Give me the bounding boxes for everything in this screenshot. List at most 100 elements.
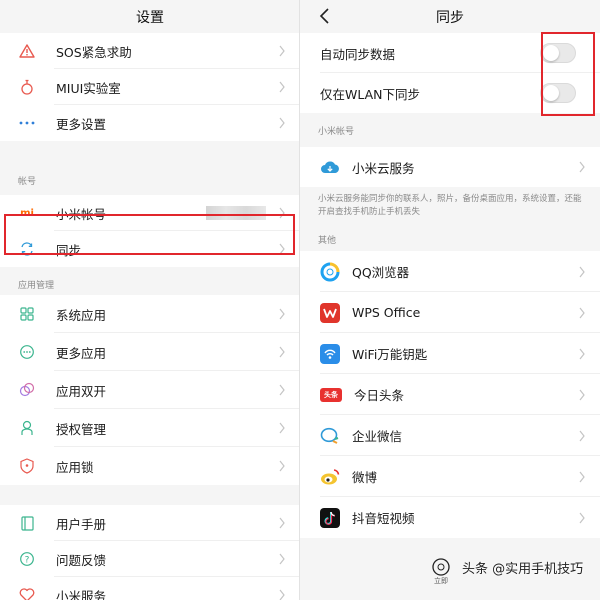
chevron-right-icon — [279, 81, 285, 93]
weibo-icon — [320, 467, 340, 487]
settings-item-label: SOS紧急求助 — [56, 44, 132, 60]
toggle-knob — [543, 85, 559, 101]
app-row-wifi-key[interactable]: WiFi万能钥匙 — [300, 333, 600, 374]
cloud-description: 小米云服务能同步你的联系人，照片，备份桌面应用，系统设置，还能开启查找手机防止手… — [300, 187, 600, 227]
toggle-label: 仅在WLAN下同步 — [320, 86, 421, 102]
settings-item-more-apps[interactable]: 更多应用 — [0, 333, 300, 371]
chevron-right-icon — [279, 346, 285, 358]
chevron-right-icon — [579, 161, 585, 173]
mi-logo-icon: mi — [20, 207, 34, 219]
flask-icon — [18, 78, 36, 96]
app-row-douyin[interactable]: 抖音短视频 — [300, 497, 600, 538]
settings-item-app-lock[interactable]: 应用锁 — [0, 447, 300, 485]
more-apps-icon — [18, 343, 36, 361]
toutiao-icon: 头条 — [320, 387, 342, 402]
settings-item-label: 授权管理 — [56, 421, 107, 437]
grid-apps-icon — [18, 305, 36, 323]
watermark: 头条 @实用手机技巧 — [430, 556, 583, 578]
chevron-right-icon — [579, 389, 585, 400]
settings-panel: 设置 SOS紧急求助 MIUI实验室 更多设置 帐号 mi 小米帐号 同步 应用… — [0, 0, 300, 600]
settings-item-mi-account[interactable]: mi 小米帐号 — [0, 195, 300, 231]
watermark-logo-icon — [432, 558, 450, 576]
app-row-qq-browser[interactable]: QQ浏览器 — [300, 251, 600, 292]
chevron-right-icon — [279, 243, 285, 255]
settings-group-account: mi 小米帐号 同步 — [0, 195, 300, 267]
chevron-right-icon — [279, 460, 285, 472]
settings-item-sync[interactable]: 同步 — [0, 231, 300, 267]
chevron-right-icon — [579, 471, 585, 482]
cloud-group: 小米云服务 — [300, 147, 600, 187]
settings-item-label: 更多应用 — [56, 345, 107, 361]
app-row-toutiao[interactable]: 头条 今日头条 — [300, 374, 600, 415]
settings-group-help: 用户手册 ? 问题反馈 小米服务 — [0, 505, 300, 600]
settings-item-sos[interactable]: SOS紧急求助 — [0, 33, 300, 69]
chevron-right-icon — [279, 517, 285, 529]
qq-browser-icon — [320, 262, 340, 282]
wifi-key-icon — [320, 343, 340, 364]
heart-icon — [18, 586, 36, 600]
row-label: QQ浏览器 — [352, 265, 410, 280]
sync-toggle-group: 自动同步数据 仅在WLAN下同步 — [300, 33, 600, 113]
settings-item-permissions[interactable]: 授权管理 — [0, 409, 300, 447]
app-row-wps-office[interactable]: WPS Office — [300, 292, 600, 333]
settings-item-label: 应用双开 — [56, 383, 107, 399]
mi-cloud-row[interactable]: 小米云服务 — [300, 147, 600, 187]
page-title: 设置 — [136, 9, 164, 26]
warning-triangle-icon — [18, 42, 36, 60]
settings-item-dual-apps[interactable]: 应用双开 — [0, 371, 300, 409]
manual-icon — [18, 514, 36, 532]
settings-item-label: 问题反馈 — [56, 552, 107, 568]
chevron-right-icon — [279, 45, 285, 57]
auto-sync-toggle[interactable] — [540, 43, 576, 63]
sync-panel: 同步 自动同步数据 仅在WLAN下同步 小米帐号 小米云服务 小米云服务能同步你… — [300, 0, 600, 600]
page-title: 同步 — [436, 9, 464, 26]
cloud-icon — [320, 157, 340, 177]
app-lock-icon — [18, 457, 36, 475]
toggle-label: 自动同步数据 — [320, 46, 396, 62]
chevron-right-icon — [579, 307, 585, 318]
app-row-wecom[interactable]: 企业微信 — [300, 415, 600, 456]
more-dots-icon — [18, 114, 36, 132]
row-label: 企业微信 — [352, 429, 403, 444]
settings-item-label: 小米服务 — [56, 588, 107, 600]
row-label: WiFi万能钥匙 — [352, 347, 428, 362]
settings-item-feedback[interactable]: ? 问题反馈 — [0, 541, 300, 577]
settings-item-system-apps[interactable]: 系统应用 — [0, 295, 300, 333]
watermark-text: 头条 @实用手机技巧 — [462, 561, 584, 577]
third-party-apps: QQ浏览器 WPS Office WiFi万能钥匙 头条 今日头条 企业微信 微… — [300, 251, 600, 538]
settings-item-more-settings[interactable]: 更多设置 — [0, 105, 300, 141]
blurred-account-id — [206, 206, 266, 220]
wps-office-icon — [320, 302, 340, 323]
wecom-icon — [320, 426, 340, 446]
chevron-right-icon — [579, 348, 585, 359]
chevron-right-icon — [279, 553, 285, 565]
chevron-right-icon — [279, 589, 285, 600]
settings-item-mi-service[interactable]: 小米服务 — [0, 577, 300, 600]
row-label: 今日头条 — [354, 388, 405, 403]
permission-icon — [18, 419, 36, 437]
wlan-only-toggle[interactable] — [540, 83, 576, 103]
toggle-row-wlan-only[interactable]: 仅在WLAN下同步 — [300, 73, 600, 113]
row-label: WPS Office — [352, 305, 421, 320]
back-arrow-icon[interactable] — [318, 8, 332, 24]
svg-text:?: ? — [25, 555, 30, 565]
section-header-account: 帐号 — [0, 141, 300, 195]
settings-item-label: 同步 — [56, 242, 82, 258]
row-label: 抖音短视频 — [352, 511, 415, 526]
settings-item-user-manual[interactable]: 用户手册 — [0, 505, 300, 541]
row-label: 小米云服务 — [352, 160, 415, 176]
settings-item-label: 系统应用 — [56, 307, 107, 323]
chevron-right-icon — [579, 430, 585, 441]
settings-item-label: 小米帐号 — [56, 206, 107, 222]
app-row-weibo[interactable]: 微博 — [300, 456, 600, 497]
settings-item-label: 应用锁 — [56, 459, 94, 475]
settings-item-miui-lab[interactable]: MIUI实验室 — [0, 69, 300, 105]
chevron-right-icon — [579, 266, 585, 277]
section-header-mi-account: 小米帐号 — [300, 113, 600, 147]
chevron-right-icon — [579, 512, 585, 523]
settings-item-label: 更多设置 — [56, 116, 107, 132]
toggle-row-auto-sync[interactable]: 自动同步数据 — [300, 33, 600, 73]
section-header-other: 其他 — [300, 227, 600, 251]
sync-icon — [18, 240, 36, 258]
settings-group-apps: 系统应用 更多应用 应用双开 授权管理 应用锁 — [0, 295, 300, 485]
